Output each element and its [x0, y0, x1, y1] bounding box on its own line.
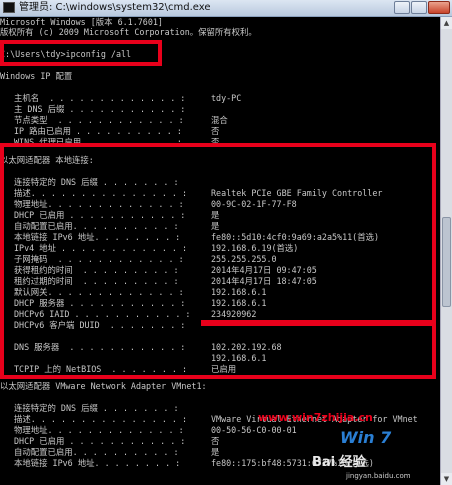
site-watermark: www.win7zhijia.cn — [258, 411, 373, 424]
header-version-line: Microsoft Windows [版本 6.1.7601] — [0, 17, 163, 27]
vertical-scrollbar[interactable]: ▲ ▼ — [440, 17, 452, 485]
header-copyright-line: 版权所有 (c) 2009 Microsoft Corporation。保留所有… — [0, 27, 257, 37]
duid-redaction-bar — [201, 320, 433, 326]
window-title: 管理员: C:\windows\system32\cmd.exe — [19, 2, 211, 13]
ip_config-row-value: 混合 — [211, 115, 228, 125]
adapter_vmnet-row-value: 是 — [211, 447, 220, 457]
ip_config-row-label: 主 DNS 后缀 . . . . . . . . . . . : — [14, 104, 186, 114]
title-bar: 管理员: C:\windows\system32\cmd.exe — [0, 0, 452, 17]
cmd-app-icon[interactable] — [3, 2, 15, 13]
baidu-logo: Bai 经验 — [312, 455, 366, 470]
adapter_vmnet-row-label: DHCP 已启用 . . . . . . . . . . . : — [14, 436, 186, 446]
close-button[interactable] — [428, 1, 450, 14]
win7-brand-logo: Win 7 — [340, 428, 392, 447]
adapter_vmnet-row-label: 物理地址. . . . . . . . . . . . . : — [14, 425, 184, 435]
baidu-url: jingyan.baidu.com — [346, 472, 411, 480]
scroll-down-icon[interactable]: ▼ — [441, 473, 452, 485]
adapter_vmnet-row-label: 自动配置已启用. . . . . . . . . . : — [14, 447, 179, 457]
ip_config-row-label: 节点类型 . . . . . . . . . . . . : — [14, 115, 184, 125]
adapter-highlight-box — [0, 143, 436, 379]
ip_config-row-label: IP 路由已启用 . . . . . . . . . . : — [14, 126, 182, 136]
adapter_vmnet-row-label: 描述. . . . . . . . . . . . . . . : — [14, 414, 188, 424]
adapter_vmnet-row-value: 00-50-56-C0-00-01 — [211, 425, 297, 435]
scroll-thumb[interactable] — [442, 217, 451, 307]
window-controls — [394, 1, 450, 14]
scroll-up-icon[interactable]: ▲ — [441, 17, 452, 29]
adapter_vmnet-row-label: 连接特定的 DNS 后缀 . . . . . . . : — [14, 403, 179, 413]
adapter_vmnet-row-label: 本地链接 IPv6 地址. . . . . . . . : — [14, 458, 181, 468]
minimize-button[interactable] — [394, 1, 410, 14]
maximize-button[interactable] — [411, 1, 427, 14]
adapter-vmnet-heading: 以太网适配器 VMware Network Adapter VMnet1: — [0, 381, 207, 391]
command-highlight-box — [0, 40, 162, 66]
ip-config-heading: Windows IP 配置 — [0, 71, 73, 81]
ip_config-row-label: 主机名 . . . . . . . . . . . . . : — [14, 93, 186, 103]
adapter_vmnet-row-value: 否 — [211, 436, 220, 446]
ip_config-row-value: tdy-PC — [211, 93, 242, 103]
ip_config-row-value: 否 — [211, 126, 220, 136]
